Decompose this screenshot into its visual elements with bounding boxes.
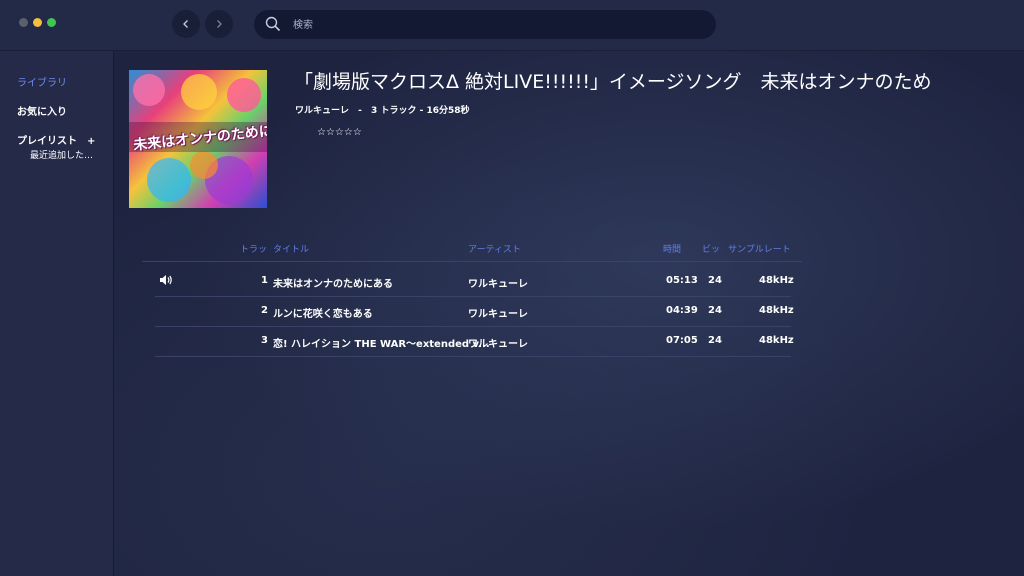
album-meta: ワルキューレ - 3 トラック - 16分58秒 (295, 103, 476, 116)
meta-separator: - (358, 106, 362, 116)
app-window: ライブラリ お気に入り プレイリスト + 最近追加した… 未来はオンナのためにある… (0, 0, 1024, 576)
table-row[interactable]: 1 未来はオンナのためにある ワルキューレ 05:13 24 48kHz (155, 266, 794, 297)
table-row[interactable]: 2 ルンに花咲く恋もある ワルキューレ 04:39 24 48kHz (155, 296, 794, 327)
track-sample-rate: 48kHz (759, 275, 794, 286)
back-button[interactable] (172, 10, 200, 38)
sidebar-item-favorites[interactable]: お気に入り (17, 103, 67, 118)
chevron-left-icon (183, 20, 188, 28)
track-time: 04:39 (666, 305, 698, 316)
sidebar: ライブラリ お気に入り プレイリスト + 最近追加した… (0, 51, 114, 576)
track-title: 恋! ハレイション THE WAR〜extended v... (273, 339, 490, 350)
track-table-header: トラッ タイトル アーティスト 時間 ビッ サンプルレート (142, 238, 802, 262)
column-time[interactable]: 時間 (663, 242, 681, 255)
add-playlist-button[interactable]: + (87, 136, 95, 147)
sidebar-item-recent[interactable]: 最近追加した… (30, 148, 93, 161)
album-cover[interactable]: 未来はオンナのためにある (129, 70, 267, 208)
rating-stars[interactable]: ☆☆☆☆☆ (317, 127, 362, 138)
track-time: 05:13 (666, 275, 698, 286)
track-title: 未来はオンナのためにある (273, 279, 393, 290)
track-artist: ワルキューレ (468, 309, 528, 320)
zoom-window-button[interactable] (47, 18, 56, 27)
sidebar-item-playlists[interactable]: プレイリスト + (17, 132, 95, 147)
track-sample-rate: 48kHz (759, 335, 794, 346)
track-number: 3 (261, 335, 268, 346)
column-track[interactable]: トラッ (240, 242, 267, 255)
track-title: ルンに花咲く恋もある (273, 309, 373, 320)
track-sample-rate: 48kHz (759, 305, 794, 316)
table-row[interactable]: 3 恋! ハレイション THE WAR〜extended v... ワルキューレ… (155, 326, 794, 357)
forward-button[interactable] (205, 10, 233, 38)
speaker-icon (160, 275, 172, 285)
track-number: 1 (261, 275, 268, 286)
track-bit-depth: 24 (708, 335, 722, 346)
track-time: 07:05 (666, 335, 698, 346)
column-bit[interactable]: ビッ (702, 242, 720, 255)
track-artist: ワルキューレ (468, 339, 528, 350)
track-artist: ワルキューレ (468, 279, 528, 290)
search-icon (265, 16, 281, 32)
track-bit-depth: 24 (708, 305, 722, 316)
track-number: 2 (261, 305, 268, 316)
search-bar (254, 10, 716, 39)
sidebar-item-library[interactable]: ライブラリ (17, 74, 67, 89)
track-bit-depth: 24 (708, 275, 722, 286)
column-artist[interactable]: アーティスト (468, 242, 521, 255)
minimize-window-button[interactable] (33, 18, 42, 27)
album-artist[interactable]: ワルキューレ (295, 106, 349, 116)
close-window-button[interactable] (19, 18, 28, 27)
main-content: 未来はオンナのためにある 「劇場版マクロスΔ 絶対LIVE!!!!!!」イメージ… (114, 51, 1024, 576)
sidebar-item-label: プレイリスト (17, 136, 77, 147)
search-input[interactable] (291, 14, 695, 36)
album-track-summary: 3 トラック - 16分58秒 (371, 106, 470, 116)
column-sample-rate[interactable]: サンプルレート (728, 242, 791, 255)
chevron-right-icon (217, 20, 222, 28)
album-title: 「劇場版マクロスΔ 絶対LIVE!!!!!!」イメージソング 未来はオンナのため (294, 71, 932, 93)
column-title[interactable]: タイトル (273, 242, 309, 255)
title-bar (0, 0, 1024, 51)
